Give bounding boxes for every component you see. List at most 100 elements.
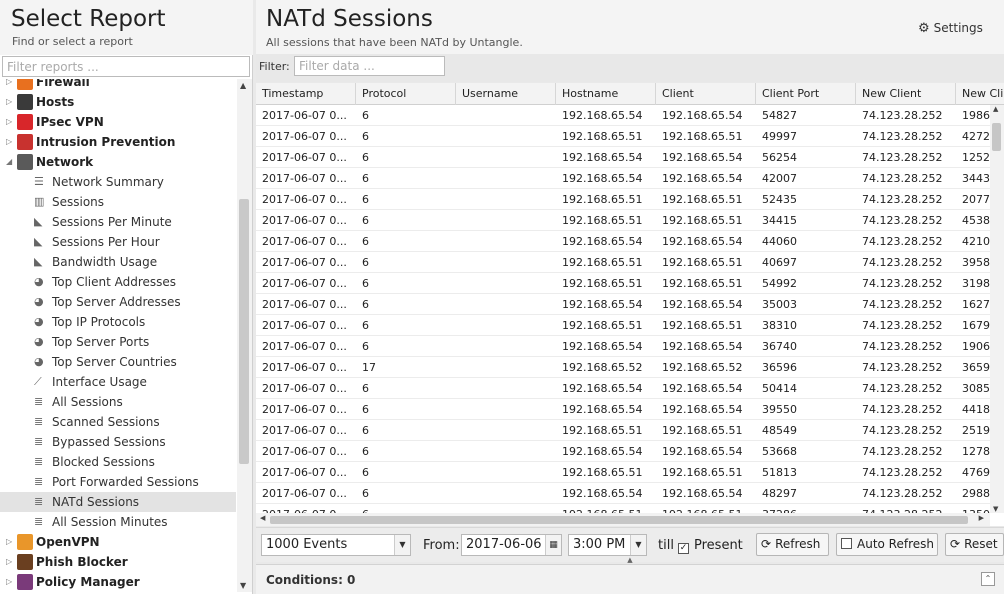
- report-filter-input[interactable]: [2, 56, 250, 77]
- table-cell: 2017-06-07 0...: [262, 172, 347, 185]
- start-time-select[interactable]: 3:00 PM ▼: [568, 534, 647, 556]
- table-row[interactable]: 2017-06-07 0... 6 192.168.65.54 192.168.65.…: [256, 441, 990, 462]
- chevron-down-icon[interactable]: ▼: [394, 535, 410, 555]
- scroll-left-icon[interactable]: ◀: [260, 514, 265, 522]
- scroll-up-icon[interactable]: ▲: [240, 81, 246, 90]
- tree-report-top-ip-protocols[interactable]: ◕ Top IP Protocols: [0, 312, 236, 332]
- tree-report-port-forwarded-sessions[interactable]: ≣ Port Forwarded Sessions: [0, 472, 236, 492]
- table-cell: 6: [362, 151, 369, 164]
- table-row[interactable]: 2017-06-07 0... 6 192.168.65.54 192.168.65.…: [256, 168, 990, 189]
- expand-icon[interactable]: ▷: [6, 552, 12, 572]
- table-row[interactable]: 2017-06-07 0...6192.168.65.51192.168.65.…: [256, 504, 990, 513]
- table-row[interactable]: 2017-06-07 0... 6 192.168.65.54 192.168.65.…: [256, 231, 990, 252]
- settings-button[interactable]: ⚙ Settings: [918, 19, 983, 37]
- table-row[interactable]: 2017-06-07 0... 6 192.168.65.54 192.168.65.…: [256, 147, 990, 168]
- column-header[interactable]: Username: [456, 83, 556, 105]
- table-row[interactable]: 2017-06-07 0...6192.168.65.51192.168.65.…: [256, 420, 990, 441]
- table-row[interactable]: 2017-06-07 0...6192.168.65.51192.168.65.…: [256, 252, 990, 273]
- tree-report-blocked-sessions[interactable]: ≣ Blocked Sessions: [0, 452, 236, 472]
- calendar-icon[interactable]: ▦: [545, 535, 561, 555]
- table-row[interactable]: 2017-06-07 0...6192.168.65.51192.168.65.…: [256, 273, 990, 294]
- scroll-up-icon[interactable]: ▲: [993, 105, 998, 113]
- present-checkbox[interactable]: ✓ Present: [678, 538, 743, 554]
- table-cell: 2017-06-07 0...: [262, 382, 347, 395]
- table-row[interactable]: 2017-06-07 0...6192.168.65.51192.168.65.…: [256, 126, 990, 147]
- table-cell: 6: [362, 382, 369, 395]
- table-cell: 2017-06-07 0...: [262, 298, 347, 311]
- chevron-down-icon[interactable]: ▼: [630, 535, 646, 555]
- tree-report-top-server-addresses[interactable]: ◕ Top Server Addresses: [0, 292, 236, 312]
- tree-category-phish-blocker[interactable]: ▷ Phish Blocker: [0, 552, 236, 572]
- column-header[interactable]: Client: [656, 83, 756, 105]
- grid-vertical-scrollbar[interactable]: ▲ ▼: [990, 105, 1004, 513]
- column-header[interactable]: New Client: [856, 83, 956, 105]
- tree-report-bypassed-sessions[interactable]: ≣ Bypassed Sessions: [0, 432, 236, 452]
- table-row[interactable]: 2017-06-07 0...6192.168.65.51192.168.65.…: [256, 189, 990, 210]
- tree-report-scanned-sessions[interactable]: ≣ Scanned Sessions: [0, 412, 236, 432]
- column-header[interactable]: New Cli: [956, 83, 1004, 105]
- splitter-handle[interactable]: ▲: [625, 557, 635, 564]
- table-row[interactable]: 2017-06-07 0... 6 192.168.65.54 192.168.65.…: [256, 399, 990, 420]
- tree-report-top-server-countries[interactable]: ◕ Top Server Countries: [0, 352, 236, 372]
- table-row[interactable]: 2017-06-07 0...6192.168.65.51192.168.65.…: [256, 210, 990, 231]
- scroll-down-icon[interactable]: ▼: [993, 505, 998, 513]
- table-row[interactable]: 2017-06-07 0... 17 192.168.65.52 192.168.65…: [256, 357, 990, 378]
- tree-report-bandwidth-usage[interactable]: ◣ Bandwidth Usage: [0, 252, 236, 272]
- expand-icon[interactable]: ▷: [6, 79, 12, 92]
- auto-refresh-button[interactable]: Auto Refresh: [836, 533, 938, 556]
- scrollbar-thumb[interactable]: [992, 123, 1001, 151]
- tree-report-sessions-per-hour[interactable]: ◣ Sessions Per Hour: [0, 232, 236, 252]
- grid-horizontal-scrollbar[interactable]: ◀ ▶: [256, 513, 990, 526]
- tree-category-policy-manager[interactable]: ▷ Policy Manager: [0, 572, 236, 592]
- scrollbar-thumb[interactable]: [270, 516, 968, 524]
- start-date-field[interactable]: 2017-06-06 ▦: [461, 534, 562, 556]
- table-cell: 74.123.28.252: [862, 340, 943, 353]
- table-row[interactable]: 2017-06-07 0... 6 192.168.65.54 192.168.65.…: [256, 294, 990, 315]
- expand-icon[interactable]: ▷: [6, 112, 12, 132]
- conditions-panel[interactable]: Conditions: 0 ⌃: [256, 564, 1004, 594]
- table-row[interactable]: 2017-06-07 0...6192.168.65.51192.168.65.…: [256, 462, 990, 483]
- column-header[interactable]: Hostname: [556, 83, 656, 105]
- tree-report-sessions-per-minute[interactable]: ◣ Sessions Per Minute: [0, 212, 236, 232]
- tree-report-top-client-addresses[interactable]: ◕ Top Client Addresses: [0, 272, 236, 292]
- table-cell: 192.168.65.54: [662, 235, 743, 248]
- data-filter-input[interactable]: [294, 56, 445, 76]
- scroll-right-icon[interactable]: ▶: [979, 514, 984, 522]
- column-header[interactable]: Timestamp: [256, 83, 356, 105]
- expand-icon[interactable]: ▷: [6, 532, 12, 552]
- tree-report-network-summary[interactable]: ☰ Network Summary: [0, 172, 236, 192]
- refresh-button[interactable]: ⟳ Refresh: [756, 533, 829, 556]
- table-cell: 4538: [962, 214, 990, 227]
- table-row[interactable]: 2017-06-07 0... 6 192.168.65.54 192.168.65.…: [256, 336, 990, 357]
- tree-category-openvpn[interactable]: ▷ OpenVPN: [0, 532, 236, 552]
- tree-category-hosts[interactable]: ▷ Hosts: [0, 92, 236, 112]
- expand-icon[interactable]: ▷: [6, 92, 12, 112]
- table-row[interactable]: 2017-06-07 0... 6 192.168.65.54 192.168.65.…: [256, 105, 990, 126]
- report-tree-scrollbar[interactable]: ▲ ▼: [237, 79, 252, 592]
- tree-report-top-server-ports[interactable]: ◕ Top Server Ports: [0, 332, 236, 352]
- tree-category-network[interactable]: ◢ Network: [0, 152, 236, 172]
- expand-icon[interactable]: ▷: [6, 132, 12, 152]
- table-row[interactable]: 2017-06-07 0... 6 192.168.65.54 192.168.65.…: [256, 483, 990, 504]
- tree-category-intrusion-prevention[interactable]: ▷ Intrusion Prevention: [0, 132, 236, 152]
- tree-report-interface-usage[interactable]: ⟋ Interface Usage: [0, 372, 236, 392]
- collapse-icon[interactable]: ◢: [6, 152, 12, 172]
- scrollbar-thumb[interactable]: [239, 199, 249, 464]
- tree-report-natd-sessions[interactable]: ≣ NATd Sessions: [0, 492, 236, 512]
- checkbox-checked-icon[interactable]: ✓: [678, 543, 689, 554]
- tree-report-sessions[interactable]: ▥ Sessions: [0, 192, 236, 212]
- table-row[interactable]: 2017-06-07 0... 6 192.168.65.54 192.168.65.…: [256, 378, 990, 399]
- tree-category-firewall[interactable]: ▷ Firewall: [0, 79, 236, 92]
- tree-report-all-session-minutes[interactable]: ≣ All Session Minutes: [0, 512, 236, 532]
- expand-icon[interactable]: ⌃: [981, 572, 995, 586]
- tree-report-all-sessions[interactable]: ≣ All Sessions: [0, 392, 236, 412]
- scroll-down-icon[interactable]: ▼: [240, 581, 246, 590]
- events-limit-select[interactable]: 1000 Events ▼: [261, 534, 411, 556]
- column-header[interactable]: Protocol: [356, 83, 456, 105]
- table-row[interactable]: 2017-06-07 0...6192.168.65.51192.168.65.…: [256, 315, 990, 336]
- tree-category-ipsec-vpn[interactable]: ▷ IPsec VPN: [0, 112, 236, 132]
- table-cell: [456, 168, 556, 189]
- reset-button[interactable]: ⟳ Reset: [945, 533, 1004, 556]
- expand-icon[interactable]: ▷: [6, 572, 12, 592]
- column-header[interactable]: Client Port: [756, 83, 856, 105]
